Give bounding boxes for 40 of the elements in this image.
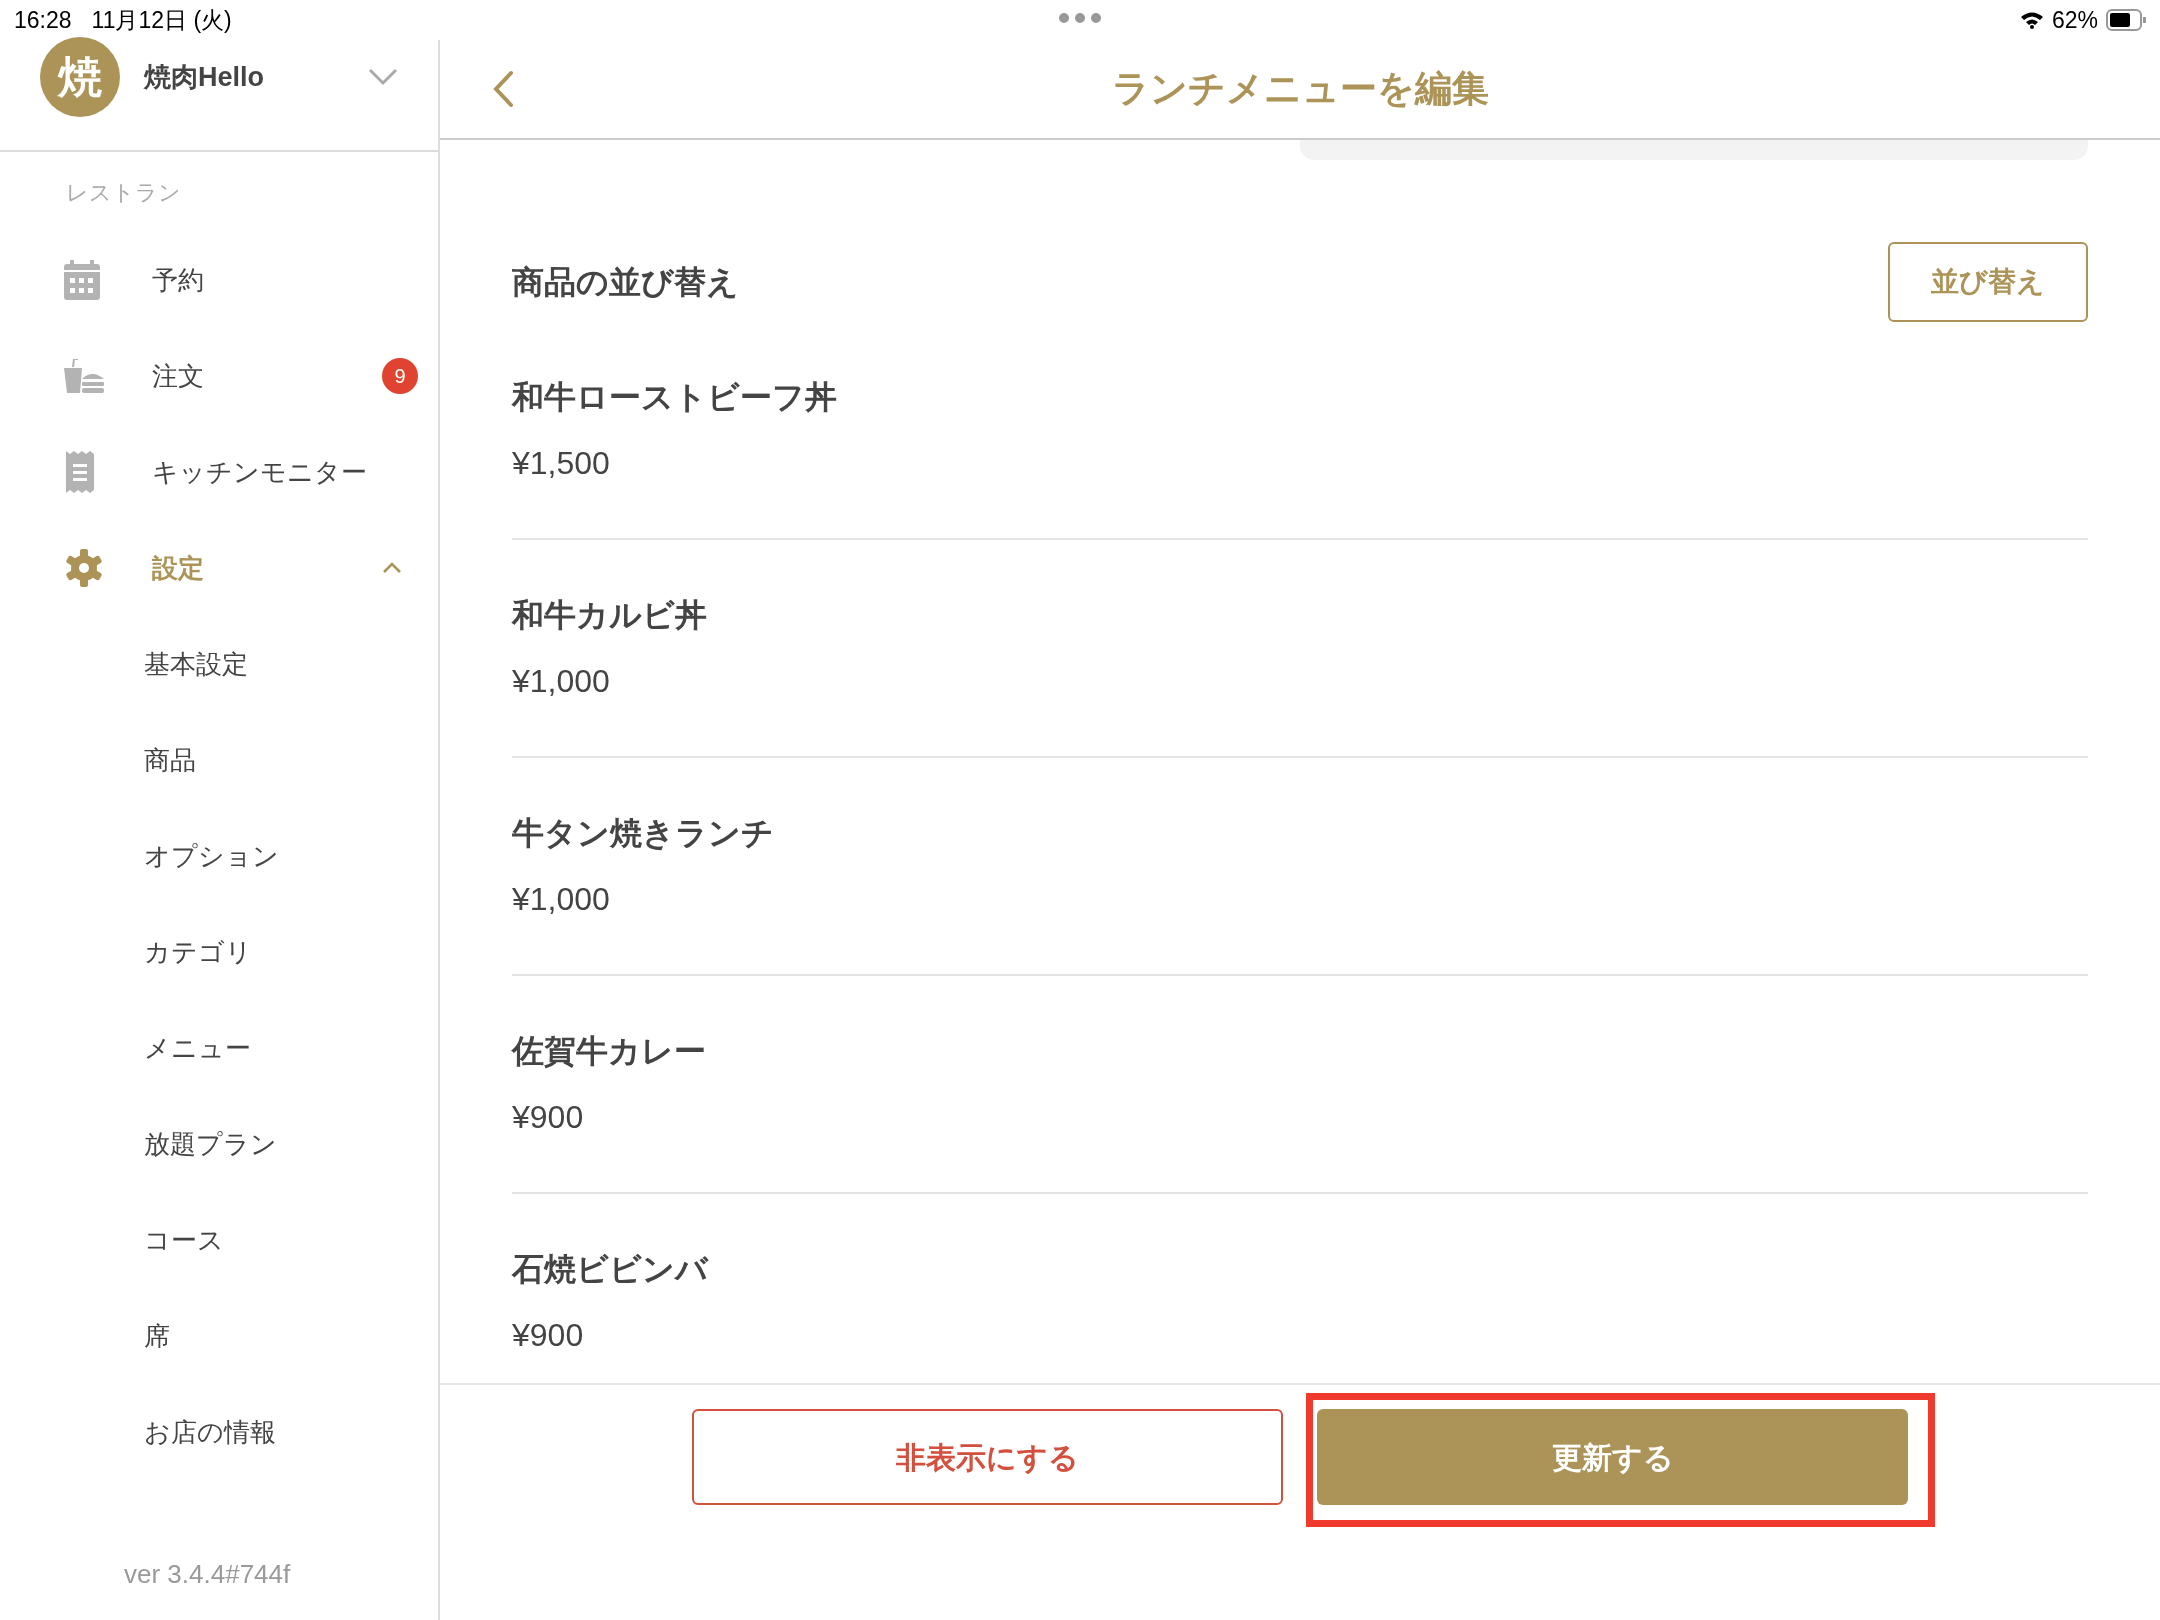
- product-price: ¥1,500: [512, 444, 611, 483]
- battery-percent: 62%: [2051, 5, 2098, 35]
- count-badge: 9: [382, 358, 418, 394]
- section-label-text: レストラン: [66, 180, 181, 205]
- sidebar-item[interactable]: 注文 9: [0, 328, 438, 424]
- product-price: ¥1,000: [512, 880, 611, 919]
- submenu-item[interactable]: 席: [0, 1288, 438, 1384]
- status-time: 16:28: [14, 5, 72, 35]
- product-name: 石焼ビビンバ: [512, 1250, 710, 1289]
- chevron-up-icon: [382, 562, 402, 574]
- product-price: ¥1,000: [512, 662, 611, 701]
- submenu-item[interactable]: オプション: [0, 808, 438, 904]
- battery-icon: [2106, 9, 2146, 31]
- submenu-item[interactable]: 基本設定: [0, 616, 438, 712]
- settings-icon: [64, 548, 104, 588]
- product-price: ¥900: [512, 1098, 585, 1137]
- product-name: 和牛ローストビーフ丼: [512, 378, 838, 417]
- version-text: ver 3.4.4#744f: [124, 1559, 291, 1589]
- wifi-icon: [2019, 11, 2044, 29]
- section-title: 商品の並び替え: [512, 263, 739, 302]
- product-name: 和牛カルビ丼: [512, 596, 708, 635]
- sidebar-item[interactable]: キッチンモニター: [0, 424, 438, 520]
- drink-burger-icon: [64, 359, 104, 393]
- hide-button[interactable]: 非表示にする: [692, 1409, 1283, 1505]
- product-name: 佐賀牛カレー: [512, 1032, 707, 1071]
- submenu-item[interactable]: カテゴリ: [0, 904, 438, 1000]
- submenu-item[interactable]: お店の情報: [0, 1384, 438, 1480]
- page-title: ランチメニューを編集: [1111, 68, 1489, 110]
- multitask-dots-icon[interactable]: [1058, 12, 1102, 24]
- sidebar-item[interactable]: 予約: [0, 232, 438, 328]
- submenu-item[interactable]: コース: [0, 1192, 438, 1288]
- product-price: ¥900: [512, 1316, 585, 1355]
- store-name: 焼肉Hello: [144, 60, 264, 94]
- submenu-item[interactable]: 商品: [0, 712, 438, 808]
- product-name: 牛タン焼きランチ: [512, 814, 775, 853]
- status-date: 11月12日 (火): [91, 5, 232, 35]
- submenu-item[interactable]: メニュー: [0, 1000, 438, 1096]
- store-avatar: 焼: [40, 37, 120, 117]
- chevron-down-icon[interactable]: [368, 68, 398, 86]
- submenu-item[interactable]: 放題プラン: [0, 1096, 438, 1192]
